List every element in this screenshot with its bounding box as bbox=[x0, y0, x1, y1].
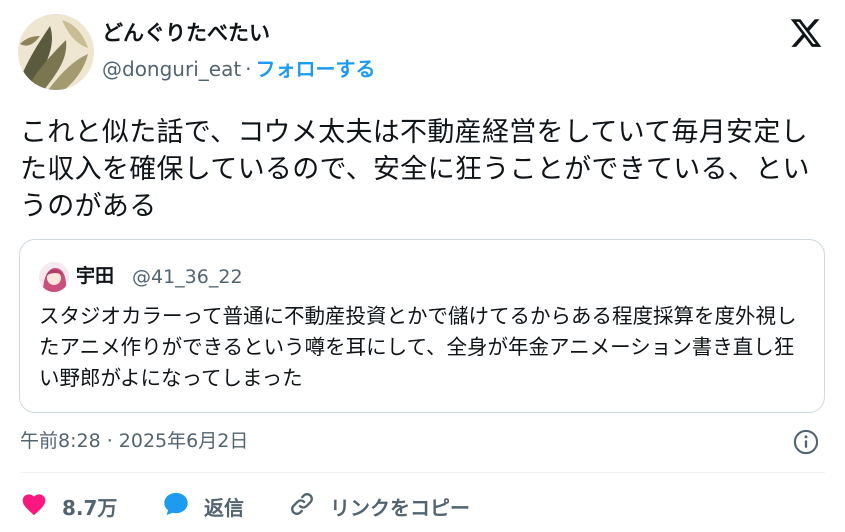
quoted-tweet-card[interactable]: 宇田 @41_36_22 スタジオカラーって普通に不動産投資とかで儲けてるからあ… bbox=[19, 239, 825, 413]
divider bbox=[20, 472, 825, 473]
info-icon[interactable] bbox=[792, 428, 820, 456]
author-display-name[interactable]: どんぐりたべたい bbox=[102, 19, 270, 47]
x-logo-icon[interactable] bbox=[788, 16, 824, 50]
reply-bubble-icon bbox=[162, 490, 190, 522]
heart-icon bbox=[20, 490, 48, 522]
author-handle-row: @donguri_eat · フォローする bbox=[102, 55, 376, 83]
quote-author-handle[interactable]: @41_36_22 bbox=[132, 263, 243, 291]
quote-text: スタジオカラーって普通に不動産投資とかで儲けてるからある程度採算を度外視したアニ… bbox=[39, 304, 797, 390]
reply-label: 返信 bbox=[204, 495, 244, 520]
copy-link-button[interactable]: リンクをコピー bbox=[288, 489, 470, 523]
tweet-text: これと似た話で、コウメ太夫は不動産経営をしていて毎月安定した収入を確保しているの… bbox=[20, 117, 810, 222]
tweet-timestamp[interactable]: 午前8:28 · 2025年6月2日 bbox=[20, 427, 248, 455]
link-icon bbox=[288, 490, 316, 522]
quote-author-avatar[interactable] bbox=[39, 262, 69, 292]
copy-link-label: リンクをコピー bbox=[330, 495, 470, 520]
quote-avatar-image bbox=[39, 262, 69, 292]
follow-button[interactable]: フォローする bbox=[256, 57, 376, 81]
author-avatar-image bbox=[18, 14, 94, 90]
author-avatar[interactable] bbox=[18, 14, 94, 90]
reply-button[interactable]: 返信 bbox=[162, 489, 244, 523]
quote-author-name[interactable]: 宇田 bbox=[76, 262, 114, 290]
handle-separator: · bbox=[245, 57, 252, 81]
like-count: 8.7万 bbox=[62, 495, 118, 520]
like-button[interactable]: 8.7万 bbox=[20, 489, 117, 523]
author-handle[interactable]: @donguri_eat bbox=[102, 57, 241, 81]
